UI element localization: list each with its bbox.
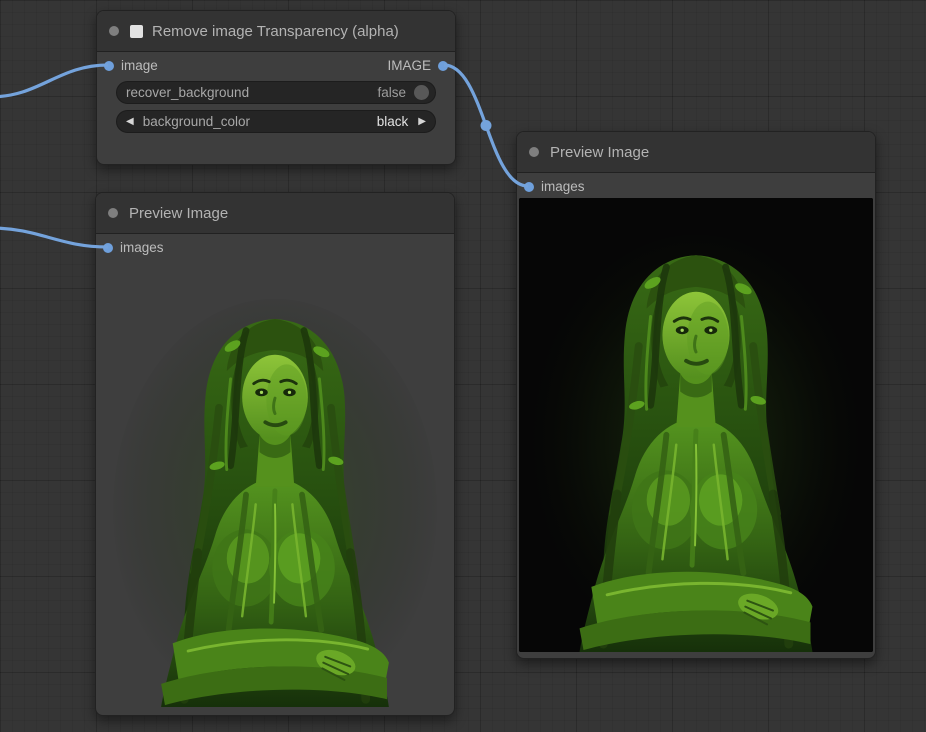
output-slot-image-dot[interactable] — [438, 61, 448, 71]
link-midpoint-dot[interactable] — [481, 120, 492, 131]
input-slot-image-label: image — [121, 58, 158, 74]
node-box-icon — [130, 25, 143, 38]
node-remove-image-transparency[interactable]: Remove image Transparency (alpha) image … — [96, 10, 456, 165]
node-title: Preview Image — [550, 144, 649, 161]
link-to-image-input — [0, 65, 108, 97]
green-woman-artwork — [110, 263, 440, 707]
toggle-knob-icon[interactable] — [414, 85, 429, 100]
node-preview-image-right[interactable]: Preview Image images — [516, 131, 876, 659]
input-slot-images-dot[interactable] — [103, 243, 113, 253]
input-slot-images-label: images — [120, 240, 164, 256]
link-to-preview-left-images — [0, 228, 108, 247]
widget-recover-background[interactable]: recover_background false — [116, 81, 436, 104]
widget-value: false — [377, 85, 406, 100]
node-graph-canvas[interactable]: Remove image Transparency (alpha) image … — [0, 0, 926, 732]
widget-value: black — [377, 114, 409, 129]
collapse-dot[interactable] — [529, 147, 539, 157]
input-slot-images-label: images — [541, 179, 585, 195]
input-slot-image-dot[interactable] — [104, 61, 114, 71]
combo-prev-icon[interactable]: ◀ — [126, 117, 134, 127]
combo-next-icon[interactable]: ▶ — [418, 117, 426, 127]
preview-image — [110, 263, 440, 707]
green-woman-artwork — [519, 198, 873, 652]
node-preview-image-left[interactable]: Preview Image images — [95, 192, 455, 716]
collapse-dot[interactable] — [109, 26, 119, 36]
collapse-dot[interactable] — [108, 208, 118, 218]
node-header[interactable]: Remove image Transparency (alpha) — [97, 11, 455, 52]
node-title: Remove image Transparency (alpha) — [152, 23, 399, 40]
output-slot-image-label: IMAGE — [387, 58, 431, 74]
preview-image — [519, 198, 873, 652]
node-title: Preview Image — [129, 205, 228, 222]
node-header[interactable]: Preview Image — [517, 132, 875, 173]
widget-label: background_color — [143, 114, 250, 129]
widget-background-color[interactable]: ◀ background_color black ▶ — [116, 110, 436, 133]
node-header[interactable]: Preview Image — [96, 193, 454, 234]
widget-label: recover_background — [126, 85, 249, 100]
input-slot-images-dot[interactable] — [524, 182, 534, 192]
